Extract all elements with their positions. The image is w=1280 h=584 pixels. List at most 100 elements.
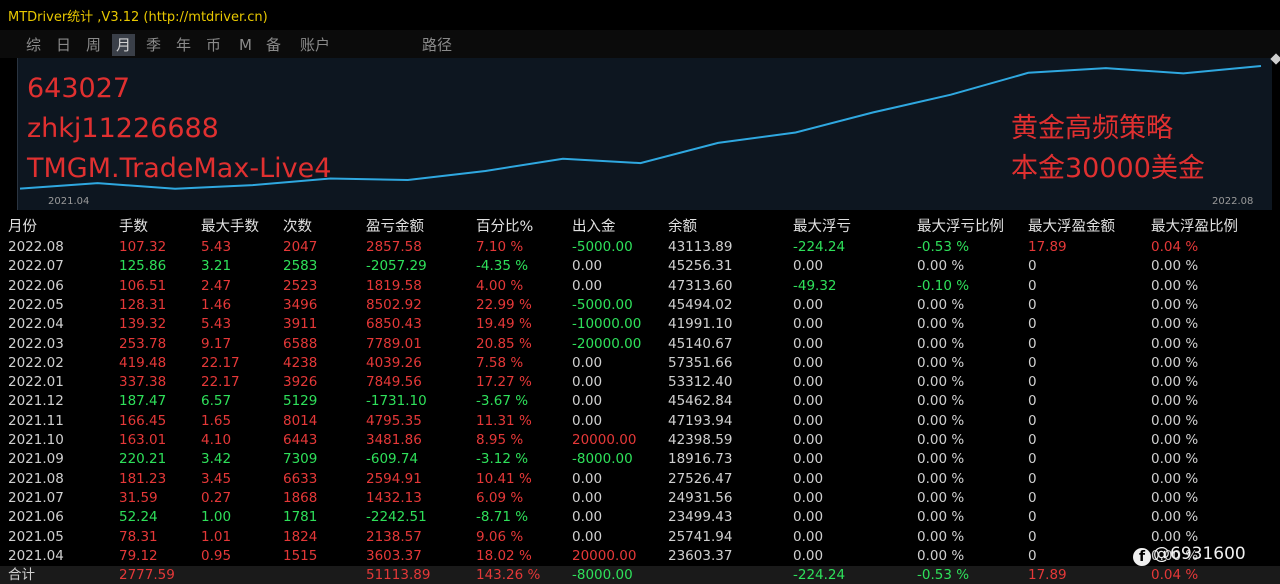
table-cell: 1432.13 bbox=[366, 489, 422, 506]
column-header[interactable]: 余额 bbox=[668, 216, 697, 238]
table-cell: 1.46 bbox=[201, 296, 232, 313]
table-cell: 0 bbox=[1028, 432, 1037, 448]
table-cell: 1.01 bbox=[201, 528, 232, 545]
column-header[interactable]: 最大浮亏比例 bbox=[917, 216, 1004, 238]
table-cell: 1781 bbox=[283, 509, 318, 526]
table-cell: 0.00 % bbox=[1151, 489, 1199, 506]
table-cell: 2021.11 bbox=[8, 412, 64, 429]
table-cell: 2594.91 bbox=[366, 470, 422, 487]
table-cell: 23499.43 bbox=[668, 509, 733, 526]
table-cell: -3.67 % bbox=[476, 393, 529, 410]
table-cell: 0.00 % bbox=[1151, 296, 1199, 313]
table-cell: 106.51 bbox=[119, 277, 167, 294]
column-header[interactable]: 最大浮盈金额 bbox=[1028, 216, 1115, 238]
table-cell: -49.32 bbox=[793, 277, 837, 294]
table-cell: 2022.03 bbox=[8, 335, 64, 352]
table-cell: 24931.56 bbox=[668, 489, 733, 506]
table-cell: 0.00 % bbox=[917, 528, 965, 545]
table-cell: 0.00 % bbox=[917, 258, 965, 275]
table-cell: 0.95 bbox=[201, 547, 232, 564]
table-cell: 0.00 bbox=[793, 509, 824, 526]
tab-0[interactable]: 综 bbox=[22, 34, 45, 56]
table-row[interactable]: 2022.01 337.38 22.17 3926 7849.56 17.27 % 0.00… bbox=[0, 373, 1280, 392]
tab-1[interactable]: 日 bbox=[52, 34, 75, 56]
tab-2[interactable]: 周 bbox=[82, 34, 105, 56]
tab-6[interactable]: 币 bbox=[202, 34, 225, 56]
table-row[interactable]: 2021.10 163.01 4.10 6443 3481.86 8.95 % 20000.… bbox=[0, 431, 1280, 450]
table-cell: 45462.84 bbox=[668, 393, 733, 410]
table-cell: -3.12 % bbox=[476, 451, 529, 468]
table-cell: 57351.66 bbox=[668, 354, 733, 371]
table-cell: 18916.73 bbox=[668, 451, 733, 468]
table-cell: 0 bbox=[1028, 528, 1037, 545]
column-header[interactable]: 手数 bbox=[119, 216, 148, 238]
column-header[interactable]: 盈亏金额 bbox=[366, 216, 424, 238]
table-cell: 52.24 bbox=[119, 509, 158, 526]
table-cell: 0.00 % bbox=[1151, 432, 1199, 448]
column-header[interactable]: 次数 bbox=[283, 216, 312, 238]
table-row[interactable]: 2022.03 253.78 9.17 6588 7789.01 20.85 % -2000… bbox=[0, 335, 1280, 354]
column-header[interactable]: 最大手数 bbox=[201, 216, 259, 238]
column-header[interactable]: 月份 bbox=[8, 216, 37, 238]
table-cell: 5.43 bbox=[201, 316, 232, 333]
table-cell: 2022.06 bbox=[8, 277, 64, 294]
table-cell: 0 bbox=[1028, 316, 1037, 333]
column-header[interactable]: 百分比% bbox=[476, 216, 533, 238]
total-cell: 0.04 % bbox=[1151, 567, 1199, 584]
table-cell: 9.17 bbox=[201, 335, 232, 352]
table-cell: 0.00 bbox=[793, 335, 824, 352]
table-cell: 22.99 % bbox=[476, 296, 532, 313]
table-row[interactable]: 2021.07 31.59 0.27 1868 1432.13 6.09 % 0.00 249… bbox=[0, 489, 1280, 508]
table-row[interactable]: 2022.04 139.32 5.43 3911 6850.43 19.49 % -1000… bbox=[0, 315, 1280, 334]
table-cell: 0.00 % bbox=[1151, 316, 1199, 333]
table-cell: 0.04 % bbox=[1151, 239, 1199, 255]
table-cell: 0.00 % bbox=[917, 354, 965, 371]
tab-4[interactable]: 季 bbox=[142, 34, 165, 56]
table-cell: 0.00 % bbox=[917, 335, 965, 352]
table-row[interactable]: 2021.08 181.23 3.45 6633 2594.91 10.41 % 0.00 2… bbox=[0, 470, 1280, 489]
table-cell: 2022.07 bbox=[8, 258, 64, 275]
table-row[interactable]: 2021.05 78.31 1.01 1824 2138.57 9.06 % 0.00 257… bbox=[0, 528, 1280, 547]
column-header[interactable]: 最大浮亏 bbox=[793, 216, 851, 238]
tab-7[interactable]: M bbox=[235, 34, 256, 56]
table-cell: 42398.59 bbox=[668, 432, 733, 448]
table-cell: 9.06 % bbox=[476, 528, 524, 545]
table-row[interactable]: 2021.11 166.45 1.65 8014 4795.35 11.31 % 0.00 4… bbox=[0, 412, 1280, 431]
table-cell: 0.00 % bbox=[1151, 412, 1199, 429]
total-cell: 2777.59 bbox=[119, 567, 175, 584]
table-cell: 2022.02 bbox=[8, 354, 64, 371]
table-cell: 41991.10 bbox=[668, 316, 733, 333]
table-cell: -2242.51 bbox=[366, 509, 427, 526]
table-cell: -0.10 % bbox=[917, 277, 970, 294]
table-cell: 0.00 bbox=[793, 296, 824, 313]
table-cell: 0 bbox=[1028, 258, 1037, 275]
table-cell: 253.78 bbox=[119, 335, 167, 352]
table-row[interactable]: 2022.06 106.51 2.47 2523 1819.58 4.00 % 0.00 47… bbox=[0, 277, 1280, 296]
table-cell: 1.00 bbox=[201, 509, 232, 526]
tab-10[interactable]: 路径 bbox=[418, 34, 456, 56]
table-row[interactable]: 2021.12 187.47 6.57 5129 -1731.10 -3.67 % 0.00… bbox=[0, 392, 1280, 411]
total-cell: 51113.89 bbox=[366, 567, 431, 584]
tab-3[interactable]: 月 bbox=[112, 34, 136, 56]
table-row[interactable]: 2022.02 419.48 22.17 4238 4039.26 7.58 % 0.00 5… bbox=[0, 354, 1280, 373]
table-row[interactable]: 2022.07 125.86 3.21 2583 -2057.29 -4.35 % 0.00… bbox=[0, 257, 1280, 276]
table-cell: 2021.04 bbox=[8, 547, 64, 564]
table-cell: 0 bbox=[1028, 277, 1037, 294]
tab-9[interactable]: 账户 bbox=[296, 34, 334, 56]
tab-8[interactable]: 备 bbox=[262, 34, 285, 56]
table-row[interactable]: 2021.06 52.24 1.00 1781 -2242.51 -8.71 % 0.00 2… bbox=[0, 508, 1280, 527]
table-row[interactable]: 2022.08 107.32 5.43 2047 2857.58 7.10 % -5000.… bbox=[0, 238, 1280, 257]
tab-5[interactable]: 年 bbox=[172, 34, 195, 56]
column-header[interactable]: 最大浮盈比例 bbox=[1151, 216, 1238, 238]
table-cell: 0.00 bbox=[572, 393, 603, 410]
table-row[interactable]: 2021.04 79.12 0.95 1515 3603.37 18.02 % 20000.… bbox=[0, 547, 1280, 566]
table-cell: 0.00 % bbox=[917, 316, 965, 333]
table-cell: 0 bbox=[1028, 509, 1037, 526]
table-row[interactable]: 2022.05 128.31 1.46 3496 8502.92 22.99 % -5000… bbox=[0, 296, 1280, 315]
table-cell: -5000.00 bbox=[572, 296, 633, 313]
table-header: 月份 手数 最大手数 次数 盈亏金额 百分比% 出入金 余额 最大浮亏 最大浮亏比例 最大浮盈金额 最… bbox=[0, 216, 1280, 238]
table-cell: 0.00 % bbox=[1151, 509, 1199, 526]
column-header[interactable]: 出入金 bbox=[572, 216, 616, 238]
table-row[interactable]: 2021.09 220.21 3.42 7309 -609.74 -3.12 % -8000… bbox=[0, 450, 1280, 469]
table-cell: 23603.37 bbox=[668, 547, 733, 564]
